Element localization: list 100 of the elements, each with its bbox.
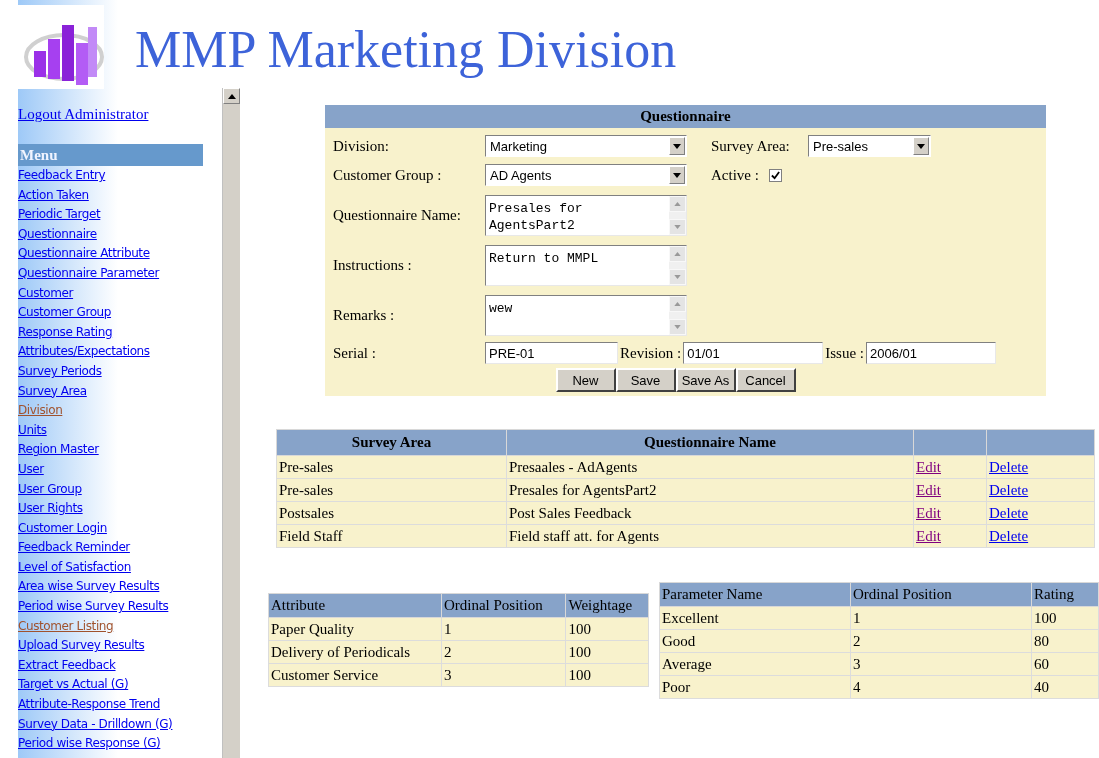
menu-link[interactable]: Action Taken — [18, 185, 89, 206]
table-cell: 4 — [850, 675, 1032, 699]
table-cell: Customer Service — [268, 663, 442, 687]
table-cell: Field Staff — [276, 524, 507, 548]
table-cell: Excellent — [659, 606, 851, 630]
column-header: Parameter Name — [659, 582, 851, 607]
menu-link[interactable]: Attribute-Response Trend — [18, 695, 160, 715]
dropdown-arrow-icon — [917, 143, 925, 149]
menu-link[interactable]: Customer Listing — [18, 616, 114, 637]
menu-link[interactable]: Level of Satisfaction — [18, 557, 131, 578]
form-button[interactable]: Save — [615, 368, 676, 392]
menu-link[interactable]: Period wise Response (G) — [18, 734, 161, 754]
menu-link[interactable]: User Group — [18, 479, 82, 500]
menu-link[interactable]: Customer Group — [18, 303, 112, 323]
table-cell: 2 — [441, 640, 566, 664]
menu-link[interactable]: Customer — [18, 283, 74, 304]
menu-link[interactable]: Feedback Entry — [18, 166, 106, 186]
table-cell: 3 — [441, 663, 566, 687]
up-arrow-icon — [674, 301, 681, 306]
field-label: Revision : — [620, 344, 682, 362]
field-label: Questionnaire Name: — [333, 206, 462, 224]
column-header: Weightage — [565, 593, 649, 618]
menu-link[interactable]: User — [18, 459, 44, 480]
column-header: Questionnaire Name — [506, 429, 914, 456]
issue-field[interactable]: 2006/01 — [866, 342, 996, 364]
up-arrow-icon — [674, 201, 681, 206]
table-cell: Pre-sales — [276, 478, 507, 502]
field-label: Remarks : — [333, 306, 396, 324]
text-area[interactable]: wew — [485, 294, 687, 336]
menu-heading: Menu — [18, 144, 203, 166]
table-cell: Paper Quality — [268, 617, 442, 641]
table-cell: Field staff att. for Agents — [506, 524, 914, 548]
menu-link[interactable]: Attributes/Expectations — [18, 342, 150, 362]
text-area[interactable]: Return to MMPL — [485, 244, 687, 286]
field-label: Serial : — [333, 344, 377, 362]
table-cell: Average — [659, 652, 851, 676]
column-header: Attribute — [268, 593, 442, 618]
menu-link[interactable]: Survey Area — [18, 381, 87, 402]
panel-title: Questionnaire — [325, 105, 1046, 128]
menu-link[interactable]: Periodic Target — [18, 205, 101, 225]
menu-link[interactable]: Division — [18, 401, 63, 421]
logout-link[interactable]: Logout Administrator — [18, 106, 149, 123]
table-cell: Presaales - AdAgents — [506, 455, 914, 479]
survey-area-dropdown[interactable]: Pre-sales — [808, 135, 931, 157]
field-label: Active : — [711, 166, 760, 184]
column-header: Rating — [1031, 582, 1099, 607]
field-label: Division: — [333, 137, 390, 155]
text-area[interactable]: Presales for AgentsPart2 — [485, 194, 687, 236]
menu-link[interactable]: Region Master — [18, 440, 99, 460]
table-cell: Pre-sales — [276, 455, 507, 479]
table-cell: Delivery of Periodicals — [268, 640, 442, 664]
serial-field[interactable]: PRE-01 — [485, 342, 618, 364]
column-header: Ordinal Position — [850, 582, 1032, 607]
field-label: Customer Group : — [333, 166, 443, 184]
menu-link[interactable]: Survey Periods — [18, 361, 102, 382]
form-button[interactable]: Cancel — [735, 368, 796, 392]
down-arrow-icon — [674, 324, 681, 329]
field-label: Issue : — [825, 344, 864, 362]
table-cell: 2 — [850, 629, 1032, 653]
dropdown-arrow-icon — [673, 172, 681, 178]
division-dropdown[interactable]: Marketing — [485, 135, 687, 157]
up-arrow-icon — [674, 251, 681, 256]
table-cell: Good — [659, 629, 851, 653]
menu-link[interactable]: Target vs Actual (G) — [18, 675, 129, 696]
menu-link[interactable]: Response Rating — [18, 322, 113, 343]
field-label: Instructions : — [333, 256, 413, 274]
menu-link[interactable]: Questionnaire Parameter — [18, 263, 160, 284]
menu-link[interactable]: Units — [18, 420, 47, 441]
column-header: Survey Area — [276, 429, 507, 456]
table-cell: 3 — [850, 652, 1032, 676]
form-button[interactable]: Save As — [675, 368, 736, 392]
table-cell: Postsales — [276, 501, 507, 525]
form-button[interactable]: New — [555, 368, 616, 392]
down-arrow-icon — [674, 274, 681, 279]
dropdown-arrow-icon — [673, 143, 681, 149]
table-cell: Presales for AgentsPart2 — [506, 478, 914, 502]
column-header: Ordinal Position — [441, 593, 566, 618]
menu-link[interactable]: Survey Data - Drilldown (G) — [18, 714, 173, 735]
scroll-up-button[interactable] — [223, 88, 240, 104]
revision-field[interactable]: 01/01 — [683, 342, 824, 364]
menu-link[interactable]: Customer Login — [18, 518, 107, 539]
menu-link[interactable]: Area wise Survey Results — [18, 577, 160, 598]
menu-link[interactable]: Feedback Reminder — [18, 538, 130, 558]
table-cell: 1 — [441, 617, 566, 641]
page-title: MMP Marketing Division — [135, 20, 677, 80]
customer-group-dropdown[interactable]: AD Agents — [485, 164, 687, 186]
menu-link[interactable]: Questionnaire Attribute — [18, 244, 150, 264]
table-cell: Post Sales Feedback — [506, 501, 914, 525]
active-checkbox[interactable] — [769, 168, 782, 182]
field-label: Survey Area: — [711, 137, 791, 155]
down-arrow-icon — [674, 224, 681, 229]
up-arrow-icon — [227, 93, 236, 99]
table-cell: Poor — [659, 675, 851, 699]
menu-link[interactable]: Extract Feedback — [18, 655, 116, 676]
menu-link[interactable]: User Rights — [18, 499, 83, 519]
scrollbar[interactable] — [222, 88, 240, 758]
menu-link[interactable]: Questionnaire — [18, 224, 97, 245]
menu-link[interactable]: Period wise Survey Results — [18, 597, 169, 617]
table-cell: 1 — [850, 606, 1032, 630]
menu-link[interactable]: Upload Survey Results — [18, 636, 145, 656]
